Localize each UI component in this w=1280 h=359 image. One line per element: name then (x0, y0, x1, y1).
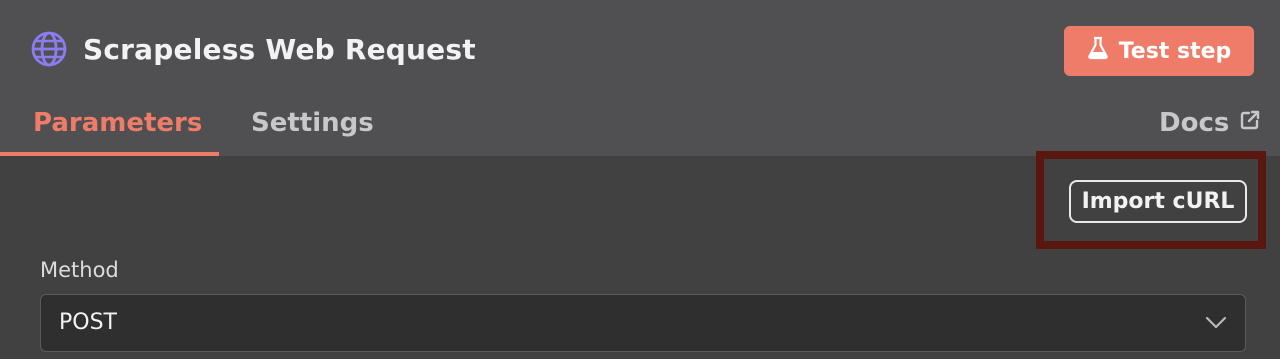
docs-link[interactable]: Docs (1159, 100, 1261, 146)
external-link-icon (1239, 108, 1261, 138)
node-title: Scrapeless Web Request (83, 33, 476, 66)
chevron-down-icon (1205, 315, 1227, 329)
method-value: POST (59, 310, 117, 335)
node-header: Scrapeless Web Request Test step Paramet… (0, 0, 1280, 156)
tab-parameters[interactable]: Parameters (33, 100, 202, 146)
active-tab-indicator (0, 152, 219, 156)
globe-icon (30, 30, 68, 68)
flask-icon (1087, 36, 1109, 66)
tab-settings[interactable]: Settings (251, 100, 374, 146)
method-select[interactable]: POST (40, 294, 1246, 352)
test-step-button[interactable]: Test step (1064, 26, 1254, 76)
test-step-label: Test step (1118, 38, 1232, 64)
method-label: Method (40, 258, 119, 282)
import-curl-button[interactable]: Import cURL (1069, 180, 1247, 223)
docs-label: Docs (1159, 108, 1230, 138)
